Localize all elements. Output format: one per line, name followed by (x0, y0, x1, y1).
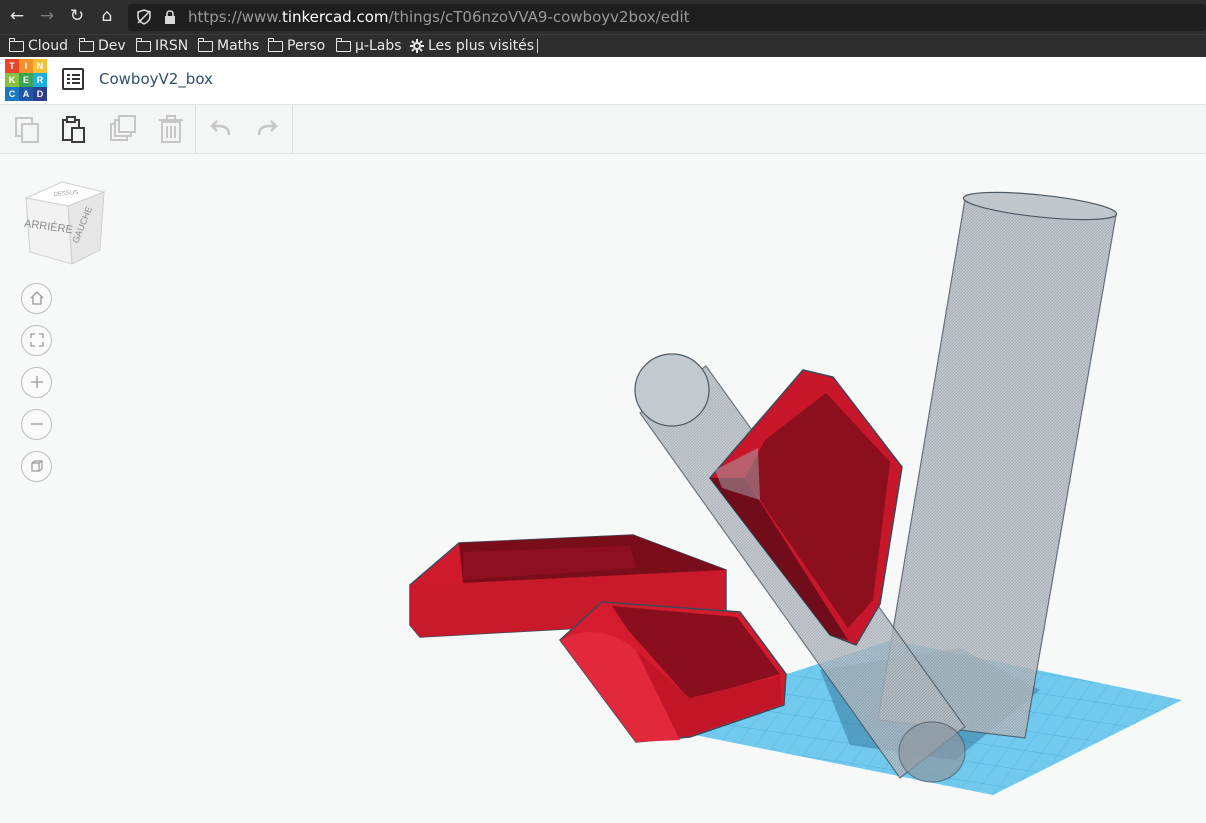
logo-letter: D (33, 87, 47, 101)
forward-icon[interactable]: → (36, 5, 58, 27)
app-header: T I N K E R C A D CowboyV2_box (0, 57, 1206, 105)
gear-icon (410, 39, 424, 53)
browser-toolbar: ← → ↻ ⌂ https://www.tinkercad.com/things… (0, 0, 1206, 34)
bookmark-label: µ-Labs (355, 38, 402, 54)
folder-icon (197, 37, 213, 52)
lock-icon[interactable] (164, 10, 176, 25)
home-icon[interactable]: ⌂ (96, 5, 118, 27)
logo-letter: T (5, 59, 19, 73)
duplicate-icon[interactable] (107, 113, 139, 145)
logo-letter: R (33, 73, 47, 87)
bookmark-label: Cloud (28, 38, 68, 54)
logo-letter: I (19, 59, 33, 73)
copy-icon[interactable] (11, 113, 43, 145)
bookmark-maths[interactable]: Maths (197, 37, 260, 55)
toolbar-divider (195, 105, 196, 153)
bookmark-label: Maths (217, 38, 260, 54)
design-list-icon[interactable] (62, 68, 84, 90)
bookmark-dev[interactable]: Dev (78, 37, 126, 55)
reload-icon[interactable]: ↻ (66, 5, 88, 27)
bookmark-label: IRSN (155, 38, 189, 54)
folder-icon (267, 37, 283, 52)
back-icon[interactable]: ← (6, 5, 28, 27)
bookmark-most-visited[interactable]: Les plus visités (410, 37, 534, 55)
url-scheme: https://www. (188, 8, 282, 26)
perspective-cube-icon (30, 460, 43, 472)
folder-icon (8, 37, 24, 52)
zoom-in-icon (30, 376, 43, 388)
undo-icon[interactable] (205, 113, 237, 145)
zoom-out-button[interactable] (21, 409, 52, 440)
edit-toolbar (0, 105, 1206, 154)
fit-view-button[interactable] (21, 325, 52, 356)
logo-letter: N (33, 59, 47, 73)
home-view-button[interactable] (21, 283, 52, 314)
view-cube[interactable]: ARRIÈRE GAUCHE DESSUS (22, 180, 108, 268)
home-icon (30, 291, 43, 305)
bookmark-label: Dev (98, 38, 126, 54)
folder-icon (135, 37, 151, 52)
logo-letter: K (5, 73, 19, 87)
redo-icon[interactable] (251, 113, 283, 145)
bookmark-mu-labs[interactable]: µ-Labs (335, 37, 402, 55)
tracking-protection-icon[interactable] (136, 9, 152, 25)
logo-letter: A (19, 87, 33, 101)
bookmark-label: Perso (287, 38, 326, 54)
folder-icon (78, 37, 94, 52)
toolbar-divider (292, 105, 293, 153)
document-title[interactable]: CowboyV2_box (99, 70, 213, 88)
folder-icon (335, 37, 351, 52)
url-path: /things/cT06nzoVVA9-cowboyv2box/edit (388, 8, 690, 26)
bookmark-label: Les plus visités (428, 38, 535, 54)
url-host: tinkercad.com (281, 8, 389, 26)
bookmark-cloud[interactable]: Cloud (8, 37, 68, 55)
url-text: https://www.tinkercad.com/things/cT06nzo… (188, 8, 690, 26)
bookmark-perso[interactable]: Perso (267, 37, 326, 55)
zoom-in-button[interactable] (21, 367, 52, 398)
fit-view-icon (29, 333, 44, 347)
zoom-out-icon (30, 423, 43, 425)
address-bar[interactable]: https://www.tinkercad.com/things/cT06nzo… (128, 4, 1206, 31)
logo-letter: E (19, 73, 33, 87)
paste-icon[interactable] (57, 113, 89, 145)
3d-viewport[interactable] (0, 154, 1206, 823)
bookmark-irsn[interactable]: IRSN (135, 37, 189, 55)
logo-letter: C (5, 87, 19, 101)
tinkercad-logo[interactable]: T I N K E R C A D (5, 59, 47, 101)
perspective-button[interactable] (21, 451, 52, 482)
bookmarks-divider (537, 39, 538, 53)
bookmarks-bar: Cloud Dev IRSN Maths Perso µ-Labs Les pl… (0, 34, 1206, 58)
delete-icon[interactable] (155, 113, 187, 145)
